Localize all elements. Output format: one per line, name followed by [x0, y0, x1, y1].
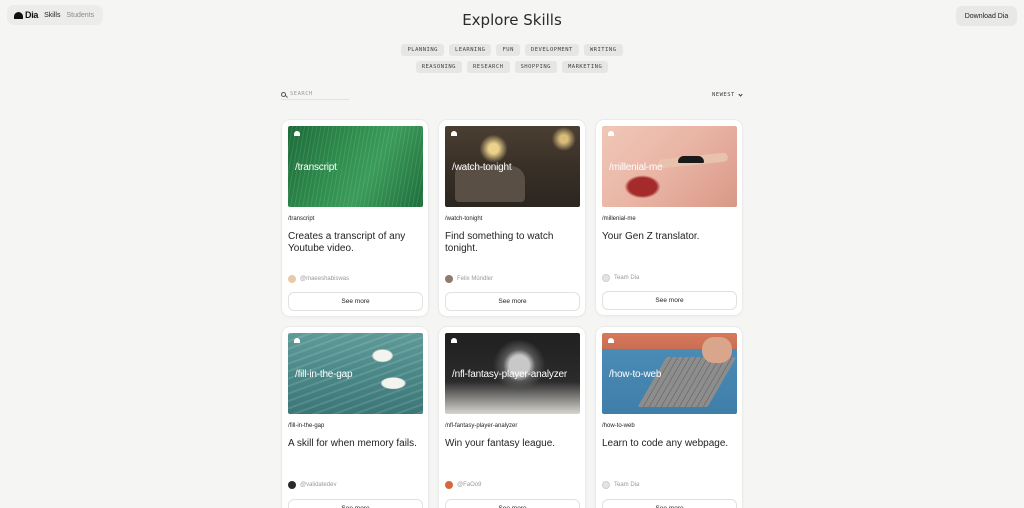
tag-row-1: PLANNING LEARNING FUN DEVELOPMENT WRITIN… [0, 44, 1024, 56]
sort-dropdown[interactable]: NEWEST [712, 91, 743, 98]
card-author: Felix Mündler [445, 275, 493, 283]
card-image-label: /transcript [295, 162, 337, 173]
chevron-down-icon [738, 91, 743, 97]
card-slug: /nfl-fantasy-player-analyzer [445, 423, 518, 429]
tag-row-2: REASONING RESEARCH SHOPPING MARKETING [0, 61, 1024, 73]
skill-card[interactable]: /how-to-web /how-to-web Learn to code an… [595, 326, 743, 508]
card-author: Team Dia [602, 481, 639, 489]
card-slug: /watch-tonight [445, 216, 483, 222]
card-slug: /millenial-me [602, 216, 636, 222]
card-image: /watch-tonight [445, 126, 580, 207]
avatar [602, 274, 610, 282]
avatar [602, 481, 610, 489]
avatar [445, 275, 453, 283]
dia-mark-icon [451, 338, 457, 343]
tag-development[interactable]: DEVELOPMENT [524, 44, 579, 56]
author-name: @FaOo9 [457, 482, 482, 488]
card-image: /how-to-web [602, 333, 737, 414]
card-description: A skill for when memory fails. [288, 438, 417, 449]
tag-learning[interactable]: LEARNING [448, 44, 492, 56]
author-name: @maeeshabiswas [300, 276, 350, 282]
card-description: Creates a transcript of any Youtube vide… [288, 231, 406, 254]
tag-fun[interactable]: FUN [496, 44, 520, 56]
card-author: Team Dia [602, 274, 639, 282]
author-name: Team Dia [614, 275, 640, 281]
dia-mark-icon [608, 131, 614, 136]
card-description: Your Gen Z translator. [602, 231, 700, 242]
tag-reasoning[interactable]: REASONING [415, 61, 462, 73]
author-name: @validatedev [300, 482, 337, 488]
see-more-button[interactable]: See more [602, 499, 737, 508]
tag-shopping[interactable]: SHOPPING [514, 61, 557, 73]
dia-mark-icon [608, 338, 614, 343]
skill-card[interactable]: /nfl-fantasy-player-analyzer /nfl-fantas… [438, 326, 586, 508]
card-image: /transcript [288, 126, 423, 207]
card-image-label: /nfl-fantasy-player-analyzer [452, 369, 568, 380]
page-title: Explore Skills [462, 11, 562, 29]
avatar [445, 481, 453, 489]
author-name: Felix Mündler [457, 276, 494, 282]
see-more-button[interactable]: See more [445, 292, 580, 311]
card-author: @FaOo9 [445, 481, 481, 489]
dia-mark-icon [451, 131, 457, 136]
search-input[interactable]: SEARCH [281, 89, 349, 100]
card-author: @maeeshabiswas [288, 275, 349, 283]
card-author: @validatedev [288, 481, 336, 489]
see-more-button[interactable]: See more [445, 499, 580, 508]
sort-value: NEWEST [712, 92, 735, 98]
card-image: /nfl-fantasy-player-analyzer [445, 333, 580, 414]
card-slug: /transcript [288, 216, 315, 222]
search-icon [281, 91, 286, 97]
see-more-button[interactable]: See more [288, 292, 423, 311]
card-image: /millenial-me [602, 126, 737, 207]
search-placeholder: SEARCH [290, 91, 313, 97]
card-image-label: /millenial-me [609, 162, 663, 173]
dia-mark-icon [294, 338, 300, 343]
card-description: Find something to watch tonight. [445, 231, 554, 254]
skill-card[interactable]: /fill-in-the-gap /fill-in-the-gap A skil… [281, 326, 429, 508]
laptop-keyboard-shape [637, 357, 737, 407]
card-slug: /how-to-web [602, 423, 635, 429]
author-name: Team Dia [614, 482, 640, 488]
mustache-shape [678, 156, 704, 163]
hand-shape [702, 337, 732, 363]
card-slug: /fill-in-the-gap [288, 423, 325, 429]
card-description: Learn to code any webpage. [602, 438, 729, 449]
avatar [288, 481, 296, 489]
skill-card[interactable]: /transcript /transcript Creates a transc… [281, 119, 429, 317]
tag-marketing[interactable]: MARKETING [562, 61, 609, 73]
skill-card[interactable]: /watch-tonight /watch-tonight Find somet… [438, 119, 586, 317]
card-image-label: /watch-tonight [452, 162, 512, 173]
avatar [288, 275, 296, 283]
see-more-button[interactable]: See more [288, 499, 423, 508]
tag-planning[interactable]: PLANNING [401, 44, 444, 56]
tag-research[interactable]: RESEARCH [467, 61, 510, 73]
card-image-label: /how-to-web [609, 369, 662, 380]
card-image: /fill-in-the-gap [288, 333, 423, 414]
card-description: Win your fantasy league. [445, 438, 556, 449]
see-more-button[interactable]: See more [602, 291, 737, 310]
tag-writing[interactable]: WRITING [583, 44, 623, 56]
card-image-label: /fill-in-the-gap [295, 369, 353, 380]
skill-card[interactable]: /millenial-me /millenial-me Your Gen Z t… [595, 119, 743, 316]
dia-mark-icon [294, 131, 300, 136]
